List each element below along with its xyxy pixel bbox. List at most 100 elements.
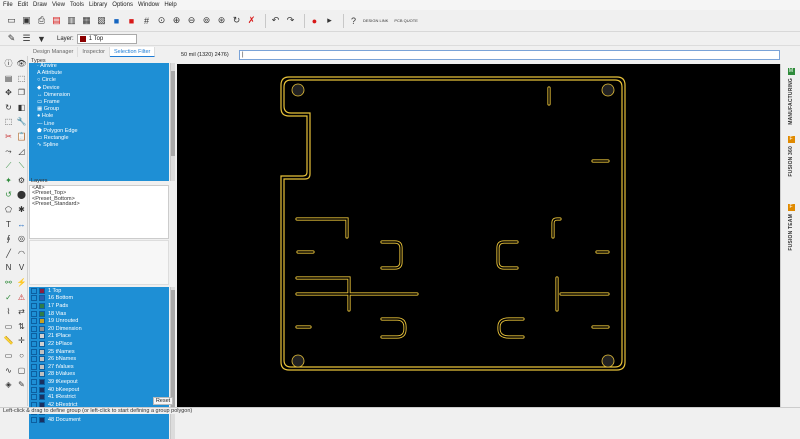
layer-preset-item[interactable]: <Preset_Standard> — [30, 201, 168, 207]
types-list[interactable]: · Airwire A Attribute ○ Circle ◆ Device ↔ Di… — [29, 63, 169, 181]
type-item[interactable]: ▭ Frame — [29, 99, 169, 106]
polygon-icon[interactable]: ⬠ — [3, 204, 14, 215]
menu-item-edit[interactable]: Edit — [18, 2, 28, 8]
layer-row[interactable]: 27 tValues — [29, 363, 169, 371]
value-icon[interactable]: V — [16, 262, 27, 273]
ratsnest-icon[interactable]: ✗ — [246, 15, 257, 26]
layer-row[interactable]: 20 Dimension — [29, 325, 169, 333]
menu-item-tools[interactable]: Tools — [70, 2, 84, 8]
menu-item-draw[interactable]: Draw — [33, 2, 47, 8]
hole-icon[interactable]: ◎ — [16, 233, 27, 244]
pcb-quote-button[interactable]: PCB QUOTE — [394, 15, 418, 26]
type-item[interactable]: ∿ Spline — [29, 142, 169, 149]
layer-checkbox[interactable] — [31, 287, 37, 294]
layer-checkbox[interactable] — [31, 356, 37, 363]
layer-checkbox[interactable] — [31, 340, 37, 347]
type-item[interactable]: — Line — [29, 121, 169, 128]
type-item[interactable]: ↔ Dimension — [29, 92, 169, 99]
pinswap-icon[interactable]: ⇅ — [16, 321, 27, 332]
layer-row[interactable]: 41 tRestrict — [29, 393, 169, 401]
type-item[interactable]: · Airwire — [29, 63, 169, 70]
tab-selection-filter[interactable]: Selection Filter — [109, 47, 156, 57]
group-icon[interactable]: ⬚ — [3, 116, 14, 127]
route-icon[interactable]: ⟋ — [3, 160, 14, 171]
layers-scroll-thumb[interactable] — [171, 290, 175, 410]
new-icon[interactable]: ▭ — [6, 15, 17, 26]
zoom-area-icon[interactable]: ⊛ — [216, 15, 227, 26]
menu-item-help[interactable]: Help — [164, 2, 176, 8]
rotate-icon[interactable]: ↻ — [3, 102, 14, 113]
layer-select[interactable]: 1 Top — [76, 33, 137, 44]
paste-icon[interactable]: 📋 — [16, 131, 27, 142]
library-icon[interactable]: ▦ — [81, 15, 92, 26]
menu-item-library[interactable]: Library — [89, 2, 107, 8]
menu-item-view[interactable]: View — [52, 2, 65, 8]
rect-icon[interactable]: ▭ — [3, 350, 14, 361]
split-icon[interactable]: ⤳ — [3, 146, 14, 157]
reset-button[interactable]: Reset — [153, 397, 173, 405]
zoom-fit-icon[interactable]: ⊙ — [156, 15, 167, 26]
type-item[interactable]: ○ Circle — [29, 77, 169, 84]
layers-scrollbar[interactable] — [170, 287, 175, 439]
list-icon[interactable]: ☰ — [21, 33, 32, 44]
ratsnest-tool-icon[interactable]: ✱ — [16, 204, 27, 215]
go-icon[interactable]: ▸ — [324, 15, 335, 26]
line-icon[interactable]: ╱ — [3, 248, 14, 259]
layer-checkbox[interactable] — [31, 394, 37, 401]
filter-icon[interactable]: ▼ — [36, 33, 47, 44]
layer-checkbox[interactable] — [31, 310, 37, 317]
change-icon[interactable]: 🔧 — [16, 116, 27, 127]
circle-icon[interactable]: ○ — [16, 350, 27, 361]
menu-item-file[interactable]: File — [3, 2, 13, 8]
select-icon[interactable]: ⬚ — [16, 73, 27, 84]
move-icon[interactable]: ✥ — [3, 87, 14, 98]
design-link-button[interactable]: DESIGN LINK — [363, 15, 388, 26]
wire-icon[interactable]: ⚯ — [3, 277, 14, 288]
attribute-icon[interactable]: ∮ — [3, 233, 14, 244]
type-item[interactable]: ▭ Rectangle — [29, 135, 169, 142]
layer-checkbox[interactable] — [31, 416, 37, 423]
dimension-icon[interactable]: ↔ — [16, 219, 27, 230]
frame-icon[interactable]: ▢ — [16, 365, 27, 376]
grid-icon[interactable]: # — [141, 15, 152, 26]
layer-row[interactable]: 25 tNames — [29, 348, 169, 356]
layer-checkbox[interactable] — [31, 371, 37, 378]
layer-row[interactable]: 22 bPlace — [29, 340, 169, 348]
signal-icon[interactable]: ⚡ — [16, 277, 27, 288]
mirror-icon[interactable]: ◧ — [16, 102, 27, 113]
eye-icon[interactable]: 👁 — [16, 58, 27, 69]
types-scroll-thumb[interactable] — [171, 71, 175, 156]
print-icon[interactable]: ⎙ — [36, 15, 47, 26]
layer-row[interactable]: 19 Unrouted — [29, 317, 169, 325]
layer-row[interactable]: 18 Vias — [29, 310, 169, 318]
delete-icon[interactable]: ✂ — [3, 131, 14, 142]
type-item[interactable]: ⬟ Polygon Edge — [29, 128, 169, 135]
ripup-icon[interactable]: ⟍ — [16, 160, 27, 171]
layer-checkbox[interactable] — [31, 333, 37, 340]
pencil-icon[interactable]: ✎ — [6, 33, 17, 44]
redraw-icon[interactable]: ↻ — [231, 15, 242, 26]
layer-checkbox[interactable] — [31, 348, 37, 355]
layer-row[interactable]: 39 tKeepout — [29, 378, 169, 386]
script-icon[interactable]: ▧ — [96, 15, 107, 26]
board-canvas[interactable] — [177, 64, 780, 407]
name-icon[interactable]: N — [3, 262, 14, 273]
save-icon[interactable]: ▣ — [21, 15, 32, 26]
layer-checkbox[interactable] — [31, 302, 37, 309]
layer-checkbox[interactable] — [31, 378, 37, 385]
command-input[interactable]: | — [239, 50, 780, 60]
zoom-in-icon[interactable]: ⊕ — [171, 15, 182, 26]
side-tab-manufacturing[interactable]: M MANUFACTURING — [783, 68, 799, 125]
type-item[interactable]: ▦ Group — [29, 106, 169, 113]
layer-presets-list[interactable]: <All> <Preset_Top> <Preset_Bottom> <Preset_… — [29, 185, 169, 239]
type-item[interactable]: ● Hole — [29, 113, 169, 120]
tab-design-manager[interactable]: Design Manager — [29, 47, 79, 57]
drc-icon[interactable]: ■ — [126, 15, 137, 26]
spline-icon[interactable]: ∿ — [3, 365, 14, 376]
layer-checkbox[interactable] — [31, 363, 37, 370]
arc-icon[interactable]: ◠ — [16, 248, 27, 259]
plot-icon[interactable]: ✎ — [16, 379, 27, 390]
info-icon[interactable]: ⓘ — [3, 58, 14, 69]
autoroute-icon[interactable]: ⚙ — [16, 175, 27, 186]
menu-item-window[interactable]: Window — [138, 2, 159, 8]
